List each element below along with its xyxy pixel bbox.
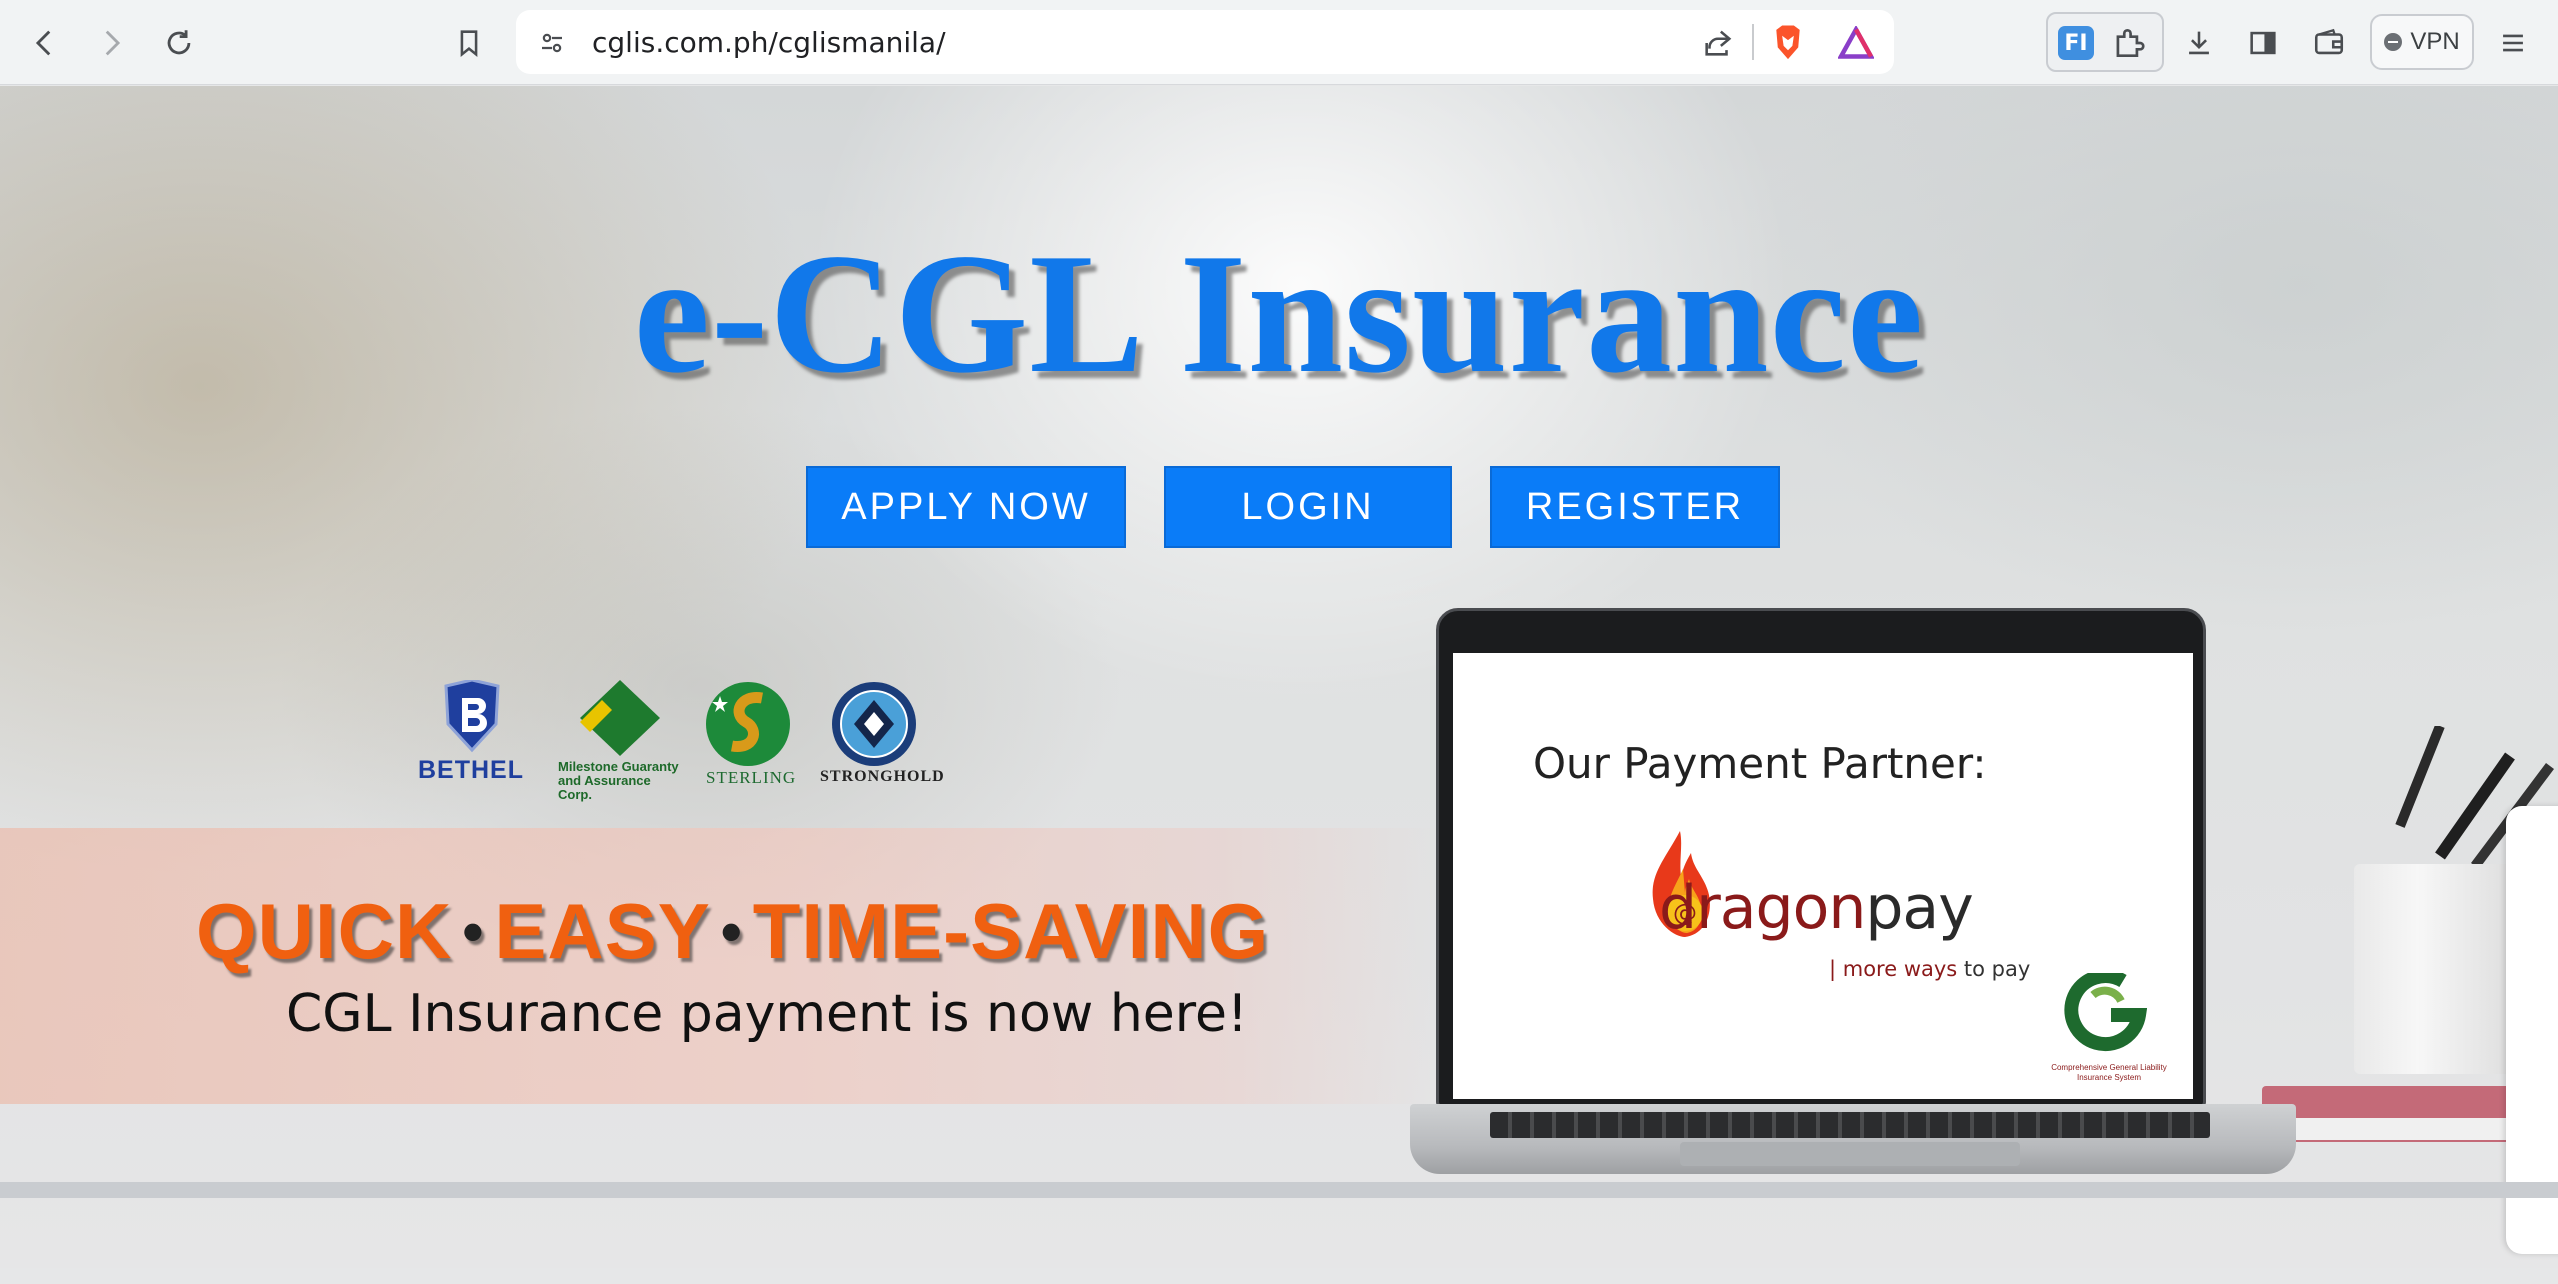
- promo-subtitle: CGL Insurance payment is now here!: [286, 984, 1248, 1044]
- address-bar-divider: [1752, 24, 1754, 60]
- dragonpay-tagline-part2: to pay: [1957, 957, 2031, 981]
- login-button[interactable]: LOGIN: [1164, 466, 1452, 548]
- promo-headline: QUICK • EASY • TIME-SAVING: [196, 886, 1269, 977]
- back-button[interactable]: [18, 16, 72, 70]
- bookmark-button[interactable]: [442, 16, 496, 70]
- apply-now-button[interactable]: APPLY NOW: [806, 466, 1126, 548]
- book-stack: [2262, 1086, 2522, 1116]
- dragonpay-word-pay: pay: [1865, 873, 1973, 943]
- vpn-label: VPN: [2410, 28, 2460, 55]
- bookmark-icon: [460, 30, 478, 57]
- menu-button[interactable]: [2486, 16, 2540, 70]
- promo-separator: •: [462, 898, 485, 965]
- promo-word-easy: EASY: [494, 887, 711, 975]
- browser-toolbar: cglis.com.ph/cglismanila/ FI VPN: [0, 0, 2558, 85]
- register-button[interactable]: REGISTER: [1490, 466, 1780, 548]
- laptop-keyboard: [1490, 1112, 2210, 1138]
- laptop-screen: Our Payment Partner: @ dragonpay | more …: [1453, 653, 2193, 1099]
- sterling-logo: STERLING: [702, 680, 797, 794]
- back-arrow-icon: [35, 30, 51, 56]
- bottom-edge: [0, 1182, 2558, 1198]
- wallet-button[interactable]: [2302, 16, 2356, 70]
- cglis-caption: Comprehensive General Liability Insuranc…: [2051, 1063, 2167, 1082]
- brave-rewards-icon[interactable]: [1836, 23, 1876, 63]
- page-title: e-CGL Insurance: [633, 219, 1925, 409]
- sidebar-icon: [2250, 31, 2276, 55]
- site-settings-icon[interactable]: [532, 23, 572, 63]
- dragonpay-tagline-part1: | more ways: [1829, 957, 1958, 981]
- cglis-logo-icon: [2064, 973, 2147, 1052]
- bethel-shield-icon: [444, 678, 500, 753]
- dragonpay-tagline: | more ways to pay: [1829, 957, 2030, 981]
- vpn-status-icon: [2384, 33, 2403, 51]
- downloads-button[interactable]: [2172, 16, 2226, 70]
- hamburger-menu-icon: [2503, 34, 2523, 52]
- stronghold-logo: STRONGHOLD: [816, 680, 944, 792]
- forward-arrow-icon: [105, 30, 121, 56]
- address-bar[interactable]: cglis.com.ph/cglismanila/: [516, 10, 1894, 74]
- reload-button[interactable]: [152, 16, 206, 70]
- book-stack-2: [2270, 1116, 2520, 1142]
- share-icon[interactable]: [1698, 23, 1738, 63]
- brave-shields-icon[interactable]: [1768, 23, 1808, 63]
- laptop-trackpad: [1680, 1142, 2020, 1166]
- dragonpay-wordmark: dragonpay: [1659, 873, 1974, 943]
- extensions-group: FI: [2046, 12, 2164, 72]
- promo-separator: •: [720, 898, 743, 965]
- reload-icon: [167, 30, 191, 55]
- payment-partner-heading: Our Payment Partner:: [1533, 739, 1987, 788]
- vpn-button[interactable]: VPN: [2370, 14, 2474, 70]
- dragonpay-word-dragon: dragon: [1659, 873, 1866, 943]
- laptop-display: Our Payment Partner: @ dragonpay | more …: [1436, 608, 2206, 1108]
- download-icon: [2189, 31, 2209, 55]
- wallet-icon: [2314, 28, 2344, 55]
- laptop-base: [1410, 1104, 2296, 1174]
- sterling-emblem-icon: [706, 682, 790, 766]
- bethel-name: BETHEL: [418, 756, 524, 784]
- fi-extension-icon[interactable]: FI: [2058, 26, 2094, 60]
- pencil-cup: [2354, 864, 2514, 1074]
- url-text[interactable]: cglis.com.ph/cglismanila/: [592, 26, 946, 59]
- page-content: e-CGL Insurance APPLY NOW LOGIN REGISTER…: [0, 86, 2558, 1268]
- extensions-puzzle-icon[interactable]: [2110, 24, 2150, 64]
- bethel-logo: BETHEL: [410, 678, 534, 790]
- promo-word-time-saving: TIME-SAVING: [752, 887, 1270, 975]
- promo-word-quick: QUICK: [196, 887, 453, 975]
- milestone-diamond-icon: [580, 680, 660, 756]
- stronghold-name: STRONGHOLD: [820, 768, 945, 785]
- sidebar-toggle-button[interactable]: [2236, 16, 2290, 70]
- stronghold-seal-icon: [832, 682, 916, 766]
- sterling-name: STERLING: [706, 768, 797, 787]
- milestone-name: Milestone Guaranty and Assurance Corp.: [558, 759, 679, 802]
- milestone-logo: Milestone Guaranty and Assurance Corp.: [552, 680, 686, 802]
- forward-button[interactable]: [84, 16, 138, 70]
